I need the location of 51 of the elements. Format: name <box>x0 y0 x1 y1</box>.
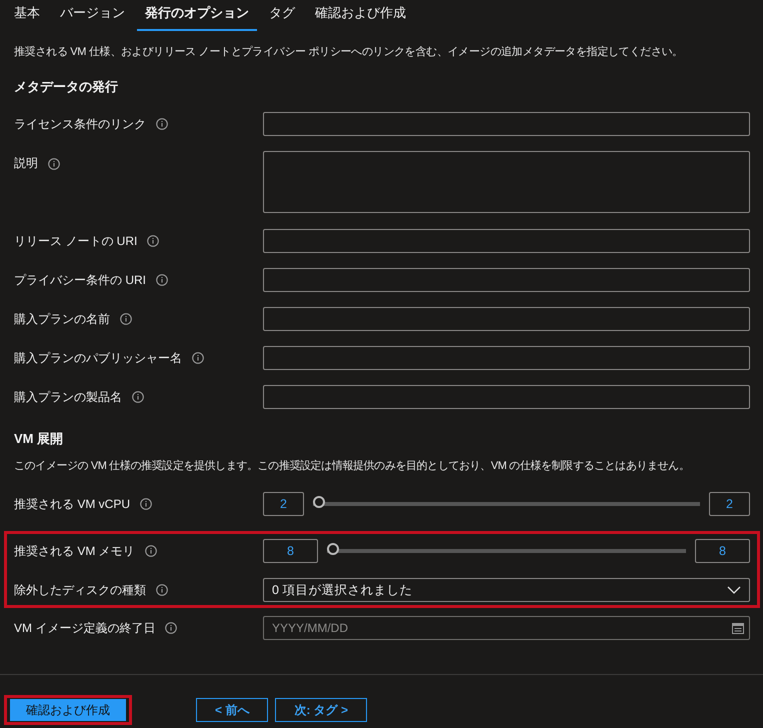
input-field[interactable] <box>263 307 750 331</box>
info-icon <box>140 498 152 510</box>
section-description: このイメージの VM 仕様の推奨設定を提供します。この推奨設定は情報提供のみを目的としており、VM の仕様を制限することはありません。 <box>14 458 690 473</box>
review-create-button[interactable]: 確認および作成 <box>10 699 126 721</box>
info-icon <box>48 158 60 170</box>
info-icon <box>156 274 168 286</box>
field-label: VM イメージ定義の終了日 <box>14 620 156 636</box>
nav-button[interactable]: 次: タグ > <box>275 698 368 722</box>
field-label: 購入プランの名前 <box>14 310 110 328</box>
date-field[interactable]: YYYY/MM/DD <box>263 616 750 640</box>
field-label: 推奨される VM vCPU <box>14 496 130 512</box>
info-icon <box>132 391 144 403</box>
input-field[interactable] <box>263 112 750 136</box>
value-field[interactable]: 2 <box>263 492 304 516</box>
section-heading: VM 展開 <box>14 430 64 448</box>
intro-text: 推奨される VM 仕様、およびリリース ノートとプライバシー ポリシーへのリンクを含む、イメージの追加メタデータを指定してください。 <box>14 44 683 59</box>
calendar-icon[interactable] <box>732 622 744 634</box>
value-field[interactable]: 8 <box>263 539 318 563</box>
field-label: ライセンス条件のリンク <box>14 116 146 132</box>
nav-button[interactable]: < 前へ <box>196 698 268 722</box>
text-area[interactable] <box>263 151 750 213</box>
field-label: 購入プランのパブリッシャー名 <box>14 350 182 366</box>
input-field[interactable] <box>263 385 750 409</box>
slider-thumb[interactable] <box>313 496 325 508</box>
field-label: 説明 <box>14 155 38 172</box>
field-label: 購入プランの製品名 <box>14 388 122 406</box>
field-label: プライバシー条件の URI <box>14 272 146 288</box>
field-label: リリース ノートの URI <box>14 232 138 250</box>
info-icon <box>120 313 132 325</box>
input-field[interactable] <box>263 229 750 253</box>
dropdown[interactable]: 0 項目が選択されました <box>263 578 750 602</box>
value-field[interactable]: 2 <box>709 492 750 516</box>
tab[interactable]: 発行のオプション <box>137 0 257 31</box>
tab[interactable]: 確認および作成 <box>307 0 414 31</box>
section-heading: メタデータの発行 <box>14 78 119 96</box>
value-field[interactable]: 8 <box>695 539 750 563</box>
tab[interactable]: バージョン <box>52 0 133 31</box>
info-icon <box>156 584 168 596</box>
field-label: 推奨される VM メモリ <box>14 542 135 560</box>
input-field[interactable] <box>263 346 750 370</box>
info-icon <box>144 545 157 557</box>
tab[interactable]: 基本 <box>6 0 48 31</box>
info-icon <box>147 235 160 247</box>
field-label: 除外したディスクの種類 <box>14 582 146 598</box>
chevron-down-icon <box>727 586 741 594</box>
slider-thumb[interactable] <box>327 543 339 555</box>
input-field[interactable] <box>263 268 750 292</box>
info-icon <box>192 352 204 364</box>
tab[interactable]: タグ <box>261 0 303 31</box>
info-icon <box>156 118 168 130</box>
info-icon <box>165 622 178 634</box>
